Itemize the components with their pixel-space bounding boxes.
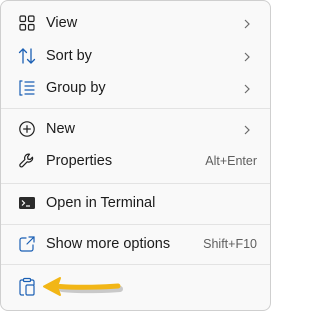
menu-item-label: Show more options <box>46 236 171 252</box>
show-more-options-icon <box>18 235 36 253</box>
chevron-right-icon <box>242 82 252 94</box>
paste-button[interactable] <box>11 275 43 303</box>
sort-icon <box>18 47 36 65</box>
shortcut-label: Alt+Enter <box>205 154 257 168</box>
view-grid-icon <box>18 14 36 32</box>
menu-item-properties[interactable]: Properties Alt+Enter <box>5 145 266 177</box>
chevron-right-icon <box>242 17 252 29</box>
separator <box>1 183 270 184</box>
menu-item-new[interactable]: New <box>5 113 266 145</box>
menu-item-label: Properties <box>46 153 113 169</box>
yellow-arrow-icon <box>40 276 124 305</box>
wrench-icon <box>18 152 36 170</box>
menu-item-open-in-terminal[interactable]: Open in Terminal <box>5 187 266 219</box>
group-by-icon <box>18 79 36 97</box>
menu-item-label: New <box>46 121 76 137</box>
shortcut-label: Shift+F10 <box>203 237 257 251</box>
paste-icon <box>18 277 36 302</box>
menu-item-group-by[interactable]: Group by <box>5 72 266 104</box>
menu-item-sort-by[interactable]: Sort by <box>5 40 266 72</box>
menu-item-label: View <box>46 15 78 31</box>
chevron-right-icon <box>242 123 252 135</box>
menu-item-show-more-options[interactable]: Show more options Shift+F10 <box>5 228 266 260</box>
separator <box>1 224 270 225</box>
menu-item-label: Group by <box>46 80 106 96</box>
context-menu: View Sort by Group by New Properties Alt… <box>0 0 271 311</box>
chevron-right-icon <box>242 50 252 62</box>
new-plus-icon <box>18 120 36 138</box>
separator <box>1 108 270 109</box>
menu-item-label: Sort by <box>46 48 92 64</box>
menu-item-view[interactable]: View <box>5 7 266 39</box>
separator <box>1 264 270 265</box>
terminal-icon <box>18 194 36 212</box>
menu-item-label: Open in Terminal <box>46 195 156 211</box>
